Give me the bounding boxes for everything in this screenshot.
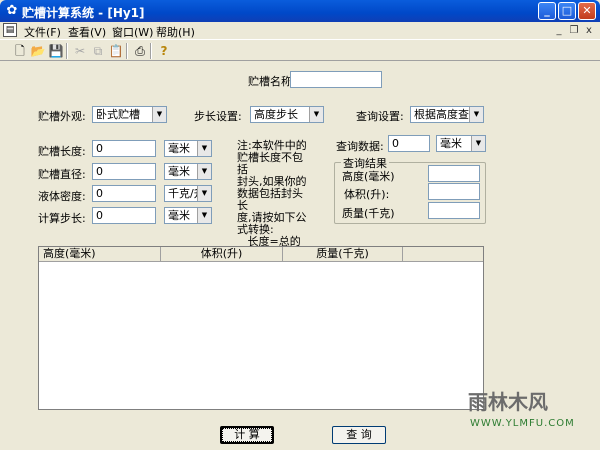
mdi-minimize-button[interactable]: _ — [552, 24, 566, 37]
help-icon[interactable]: ? — [156, 43, 172, 59]
minimize-button[interactable]: _ — [538, 2, 556, 20]
toolbar-separator — [150, 43, 152, 59]
appearance-label: 贮槽外观: — [38, 110, 86, 123]
step-unit-select[interactable]: 毫米 ▼ — [164, 207, 212, 224]
chevron-down-icon[interactable]: ▼ — [152, 107, 166, 122]
menu-view[interactable]: 查看(V) — [68, 24, 106, 40]
calculate-button[interactable]: 计 算 — [220, 426, 274, 444]
appearance-select[interactable]: 卧式贮槽 ▼ — [92, 106, 167, 123]
diameter-unit-select[interactable]: 毫米 ▼ — [164, 163, 212, 180]
diameter-unit-value: 毫米 — [168, 165, 190, 178]
density-label: 液体密度: — [38, 190, 86, 203]
chevron-down-icon[interactable]: ▼ — [309, 107, 323, 122]
watermark-url: WWW.YLMFU.COM — [470, 418, 575, 429]
result-volume-label: 体积(升): — [344, 188, 390, 201]
chevron-down-icon[interactable]: ▼ — [197, 164, 211, 179]
chevron-down-icon[interactable]: ▼ — [197, 208, 211, 223]
toolbar: 🗋 📂 💾 ✂ ⧉ 📋 ⎙ ? — [0, 39, 600, 61]
document-icon[interactable]: ▤ — [3, 23, 17, 37]
density-input[interactable]: 0 — [92, 185, 156, 202]
density-unit-select[interactable]: 千克/升 ▼ — [164, 185, 212, 202]
maximize-button[interactable]: □ — [558, 2, 576, 20]
length-label: 贮槽长度: — [38, 145, 86, 158]
result-height-label: 高度(毫米) — [342, 170, 395, 183]
open-folder-icon[interactable]: 📂 — [30, 43, 46, 59]
new-file-icon[interactable]: 🗋 — [12, 43, 28, 59]
close-button[interactable]: ✕ — [578, 2, 596, 20]
column-header-mass[interactable]: 质量(千克) — [283, 247, 403, 262]
chevron-down-icon[interactable]: ▼ — [197, 186, 211, 201]
print-icon[interactable]: ⎙ — [132, 43, 148, 59]
mdi-close-button[interactable]: x — [582, 24, 596, 37]
app-icon[interactable]: ✿ — [4, 3, 20, 19]
query-data-label: 查询数据: — [336, 140, 384, 153]
chevron-down-icon[interactable]: ▼ — [469, 107, 483, 122]
query-button[interactable]: 查 询 — [332, 426, 386, 444]
tank-name-input[interactable] — [290, 71, 382, 88]
result-volume-field[interactable] — [428, 183, 480, 200]
mdi-restore-button[interactable]: ❐ — [567, 24, 581, 37]
watermark-logo: 雨林木风 WWW.YLMFU.COM — [462, 384, 596, 446]
step-setting-select[interactable]: 高度步长 ▼ — [250, 106, 324, 123]
paste-icon[interactable]: 📋 — [108, 43, 124, 59]
appearance-value: 卧式贮槽 — [96, 108, 140, 121]
query-setting-select[interactable]: 根据高度查询 ▼ — [410, 106, 484, 123]
result-height-field[interactable] — [428, 165, 480, 182]
query-setting-label: 查询设置: — [356, 110, 404, 123]
result-mass-label: 质量(千克) — [342, 207, 395, 220]
copy-icon[interactable]: ⧉ — [90, 43, 106, 59]
query-unit-value: 毫米 — [440, 137, 462, 150]
menu-bar: ▤ 文件(F) 查看(V) 窗口(W) 帮助(H) _ ❐ x — [0, 22, 600, 39]
table-header: 高度(毫米) 体积(升) 质量(千克) — [39, 247, 483, 262]
toolbar-separator — [126, 43, 128, 59]
length-unit-select[interactable]: 毫米 ▼ — [164, 140, 212, 157]
step-setting-value: 高度步长 — [254, 108, 298, 121]
length-unit-value: 毫米 — [168, 142, 190, 155]
watermark-text: 雨林木风 — [468, 390, 548, 414]
query-data-input[interactable]: 0 — [388, 135, 430, 152]
results-table[interactable]: 高度(毫米) 体积(升) 质量(千克) — [38, 246, 484, 410]
step-input[interactable]: 0 — [92, 207, 156, 224]
menu-file[interactable]: 文件(F) — [24, 24, 61, 40]
step-unit-value: 毫米 — [168, 209, 190, 222]
tank-name-label: 贮槽名称 — [248, 75, 292, 88]
menu-help[interactable]: 帮助(H) — [156, 24, 195, 40]
window-title: 贮槽计算系统 - [Hy1] — [22, 6, 145, 20]
chevron-down-icon[interactable]: ▼ — [197, 141, 211, 156]
result-mass-field[interactable] — [428, 202, 480, 219]
column-header-height[interactable]: 高度(毫米) — [39, 247, 161, 262]
title-bar[interactable]: ✿ 贮槽计算系统 - [Hy1] _ □ ✕ — [0, 0, 600, 22]
step-label: 计算步长: — [38, 212, 86, 225]
cut-icon[interactable]: ✂ — [72, 43, 88, 59]
column-header-volume[interactable]: 体积(升) — [161, 247, 283, 262]
query-unit-select[interactable]: 毫米 ▼ — [436, 135, 486, 152]
menu-window[interactable]: 窗口(W) — [112, 24, 153, 40]
chevron-down-icon[interactable]: ▼ — [471, 136, 485, 151]
length-input[interactable]: 0 — [92, 140, 156, 157]
step-setting-label: 步长设置: — [194, 110, 242, 123]
diameter-label: 贮槽直径: — [38, 168, 86, 181]
toolbar-separator — [66, 43, 68, 59]
save-icon[interactable]: 💾 — [48, 43, 64, 59]
diameter-input[interactable]: 0 — [92, 163, 156, 180]
